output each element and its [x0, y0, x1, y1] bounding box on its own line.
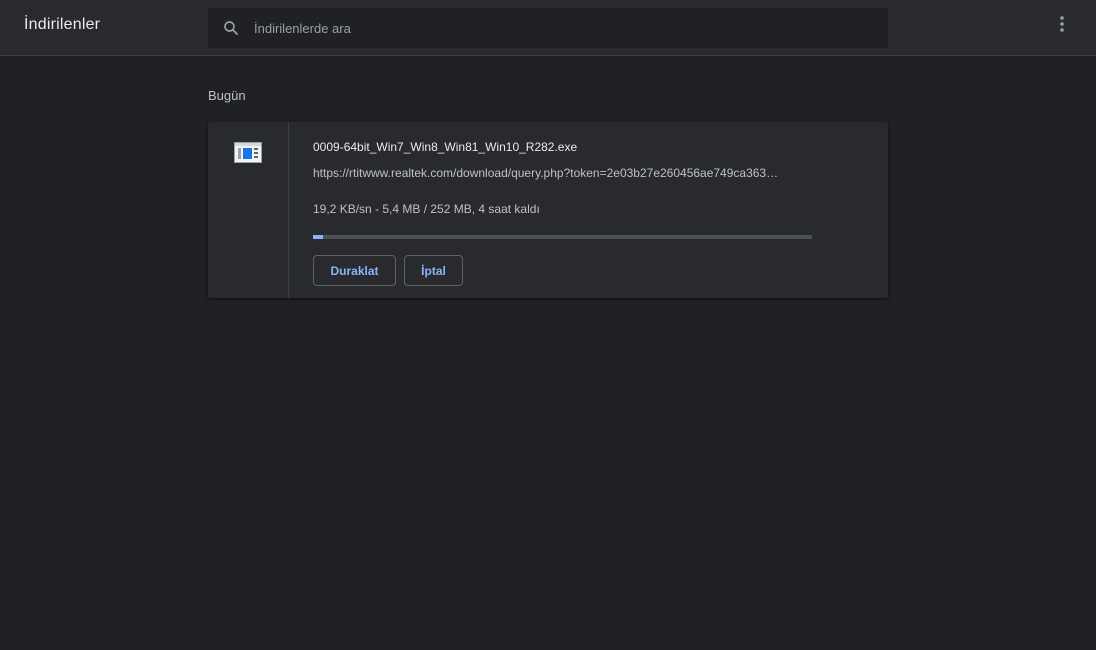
search-box[interactable]: [208, 8, 888, 48]
download-icon-column: [208, 122, 289, 298]
download-progress-bar: [313, 235, 812, 239]
page-title: İndirilenler: [24, 16, 101, 33]
source-url-link[interactable]: https://rtitwww.realtek.com/download/que…: [313, 166, 813, 180]
download-item: 0009-64bit_Win7_Win8_Win81_Win10_R282.ex…: [208, 122, 888, 298]
toolbar: İndirilenler: [0, 0, 1096, 56]
pause-button[interactable]: Duraklat: [313, 255, 396, 286]
search-input[interactable]: [254, 8, 874, 48]
more-vert-icon: [1060, 16, 1064, 32]
date-section-header: Bugün: [208, 88, 246, 103]
search-icon: [222, 19, 240, 37]
download-status-text: 19,2 KB/sn - 5,4 MB / 252 MB, 4 saat kal…: [313, 202, 540, 216]
more-options-button[interactable]: [1050, 14, 1074, 42]
cancel-button[interactable]: İptal: [404, 255, 463, 286]
file-name-link[interactable]: 0009-64bit_Win7_Win8_Win81_Win10_R282.ex…: [313, 140, 577, 154]
exe-file-icon: [234, 142, 262, 163]
download-progress-fill: [313, 235, 324, 239]
